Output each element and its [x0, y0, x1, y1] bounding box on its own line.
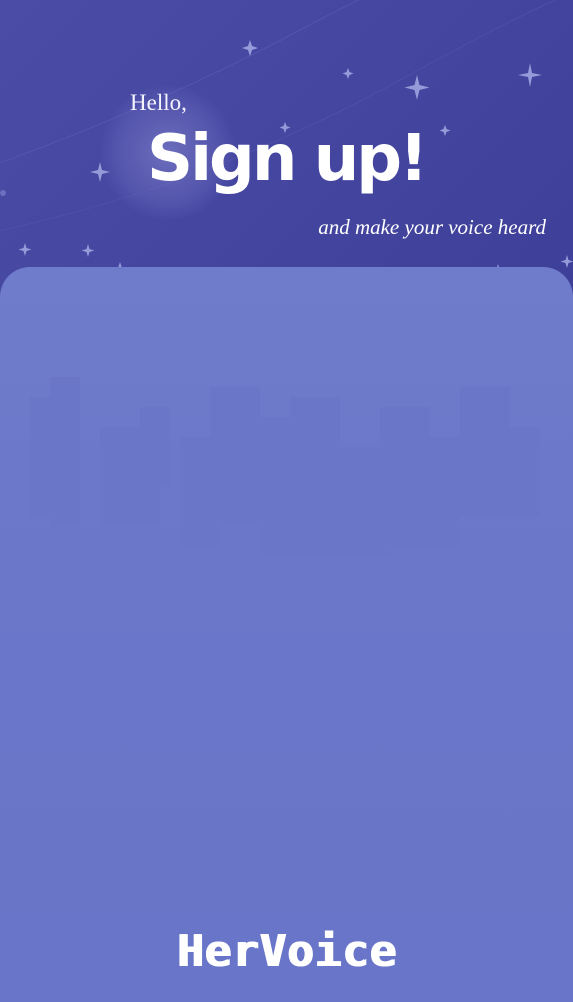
city-skyline-decoration [30, 377, 540, 557]
signup-panel [0, 267, 573, 1002]
header-banner: Hello, Sign up! and make your voice hear… [0, 0, 573, 300]
hervoice-logo: HerVoice [176, 926, 397, 977]
page-subtitle: and make your voice heard [318, 215, 546, 239]
greeting-text: Hello, [130, 90, 187, 115]
page-title: Sign up! [147, 122, 428, 196]
